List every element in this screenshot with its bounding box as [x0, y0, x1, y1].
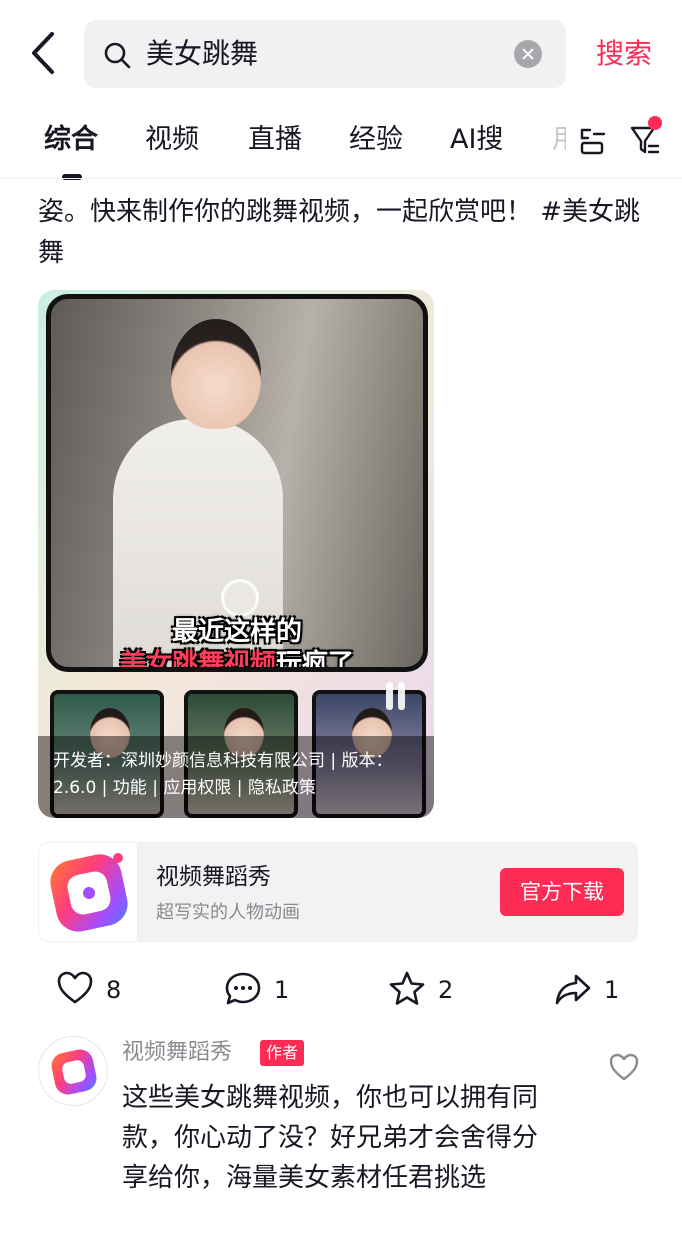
post-description: 姿。快来制作你的跳舞视频，一起欣赏吧！ #美女跳舞	[38, 197, 641, 268]
avatar-logo-icon	[49, 1047, 99, 1097]
favorite-button[interactable]: 2	[388, 970, 468, 1010]
caption-highlight: 美女跳舞视频	[119, 649, 276, 672]
heart-icon	[57, 971, 93, 1004]
pause-icon[interactable]	[384, 682, 408, 710]
layout-icon[interactable]	[578, 126, 606, 156]
tab-video[interactable]: 视频	[145, 120, 199, 160]
app-name: 视频舞蹈秀	[156, 864, 271, 890]
video-caption-line2: 美女跳舞视频玩疯了	[51, 643, 423, 672]
search-bar[interactable]: 美女跳舞	[84, 20, 566, 88]
app-logo-icon	[46, 850, 132, 936]
avatar[interactable]	[38, 1036, 108, 1106]
app-logo-accent	[113, 853, 123, 863]
comment-icon	[225, 972, 261, 1005]
search-input[interactable]: 美女跳舞	[146, 35, 258, 73]
like-count: 8	[106, 976, 122, 1004]
comment-text: 这些美女跳舞视频，你也可以拥有同款，你心动了没？好兄弟才会舍得分享给你，海量美女…	[122, 1083, 539, 1193]
ad-video[interactable]: 最近这样的 美女跳舞视频玩疯了 开发者：深圳妙颜信息科技有限公司 | 版本：2.…	[38, 290, 434, 818]
tab-ai-search[interactable]: AI搜	[450, 120, 503, 160]
comment-like-heart-icon[interactable]	[608, 1052, 640, 1082]
action-bar: 8 1 2 1	[0, 962, 682, 1018]
divider	[0, 178, 682, 179]
app-subtitle: 超写实的人物动画	[156, 902, 300, 923]
share-icon	[555, 974, 591, 1005]
active-tab-indicator	[62, 174, 82, 180]
dancer-head	[171, 319, 261, 429]
video-preview[interactable]: 最近这样的 美女跳舞视频玩疯了	[46, 294, 428, 672]
comment-username[interactable]: 视频舞蹈秀	[122, 1038, 232, 1068]
search-button[interactable]: 搜索	[596, 34, 652, 74]
tab-comprehensive[interactable]: 综合	[44, 120, 98, 160]
back-arrow-icon[interactable]	[24, 30, 64, 76]
app-logo-dot	[81, 885, 97, 901]
app-logo-container	[38, 842, 138, 942]
filter-notification-dot	[648, 116, 662, 130]
search-icon	[104, 42, 131, 69]
comment-button[interactable]: 1	[224, 970, 304, 1010]
tab-live[interactable]: 直播	[248, 120, 302, 160]
clear-icon[interactable]	[514, 40, 542, 68]
search-header: 美女跳舞 搜索	[0, 0, 682, 104]
author-badge: 作者	[260, 1040, 305, 1066]
app-download-card[interactable]: 视频舞蹈秀 超写实的人物动画 官方下载	[38, 842, 638, 942]
tab-experience[interactable]: 经验	[349, 120, 403, 160]
like-button[interactable]: 8	[56, 970, 136, 1010]
share-count: 1	[604, 976, 620, 1004]
caption-rest: 玩疯了	[276, 649, 355, 672]
share-button[interactable]: 1	[554, 970, 634, 1010]
star-icon	[389, 971, 425, 1005]
app-logo-inner	[65, 869, 113, 917]
download-button[interactable]: 官方下载	[500, 868, 624, 916]
comment-count: 1	[274, 976, 290, 1004]
comment-item: 视频舞蹈秀 作者 这些美女跳舞视频，你也可以拥有同款，你心动了没？好兄弟才会舍得…	[0, 1030, 682, 1233]
developer-info[interactable]: 开发者：深圳妙颜信息科技有限公司 | 版本：2.6.0 | 功能 | 应用权限 …	[53, 748, 423, 802]
tab-bar: 综合 视频 直播 经验 AI搜 用	[0, 112, 682, 180]
tab-user[interactable]: 用	[552, 120, 566, 160]
favorite-count: 2	[438, 976, 454, 1004]
